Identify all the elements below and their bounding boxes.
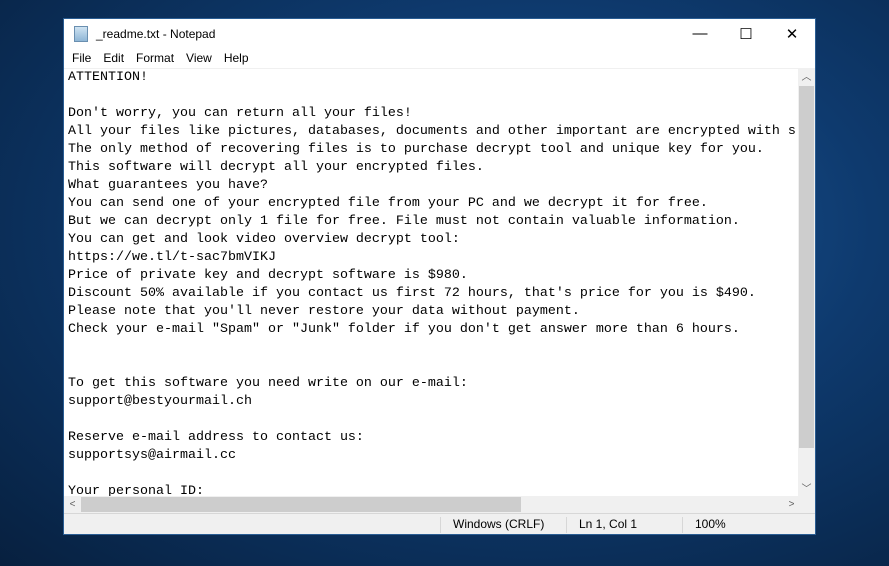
menu-help[interactable]: Help [218,48,255,68]
minimize-button[interactable]: — [677,19,723,48]
title-bar: _readme.txt - Notepad — ☐ ✕ [64,19,815,48]
menu-edit[interactable]: Edit [97,48,130,68]
scroll-up-icon[interactable]: ︿ [798,69,815,86]
cursor-position-status: Ln 1, Col 1 [566,517,637,533]
line-ending-status: Windows (CRLF) [440,517,544,533]
menu-bar: File Edit Format View Help [64,48,815,69]
vertical-scroll-thumb[interactable] [799,86,814,448]
scroll-corner [798,496,815,513]
horizontal-scroll-thumb[interactable] [81,497,521,512]
text-editor[interactable]: ATTENTION! Don't worry, you can return a… [64,69,804,515]
maximize-button[interactable]: ☐ [723,19,769,48]
zoom-status: 100% [682,517,726,533]
status-bar: Windows (CRLF) Ln 1, Col 1 100% [64,513,815,534]
horizontal-scrollbar[interactable]: < > [64,496,800,513]
notepad-window: _readme.txt - Notepad — ☐ ✕ File Edit Fo… [63,18,816,535]
window-title: _readme.txt - Notepad [96,26,216,41]
vertical-scrollbar[interactable]: ︿ ﹀ [798,69,815,515]
menu-format[interactable]: Format [130,48,180,68]
scroll-left-icon[interactable]: < [64,496,81,513]
menu-file[interactable]: File [66,48,97,68]
menu-view[interactable]: View [180,48,218,68]
close-button[interactable]: ✕ [769,19,815,48]
notepad-icon [74,25,88,42]
